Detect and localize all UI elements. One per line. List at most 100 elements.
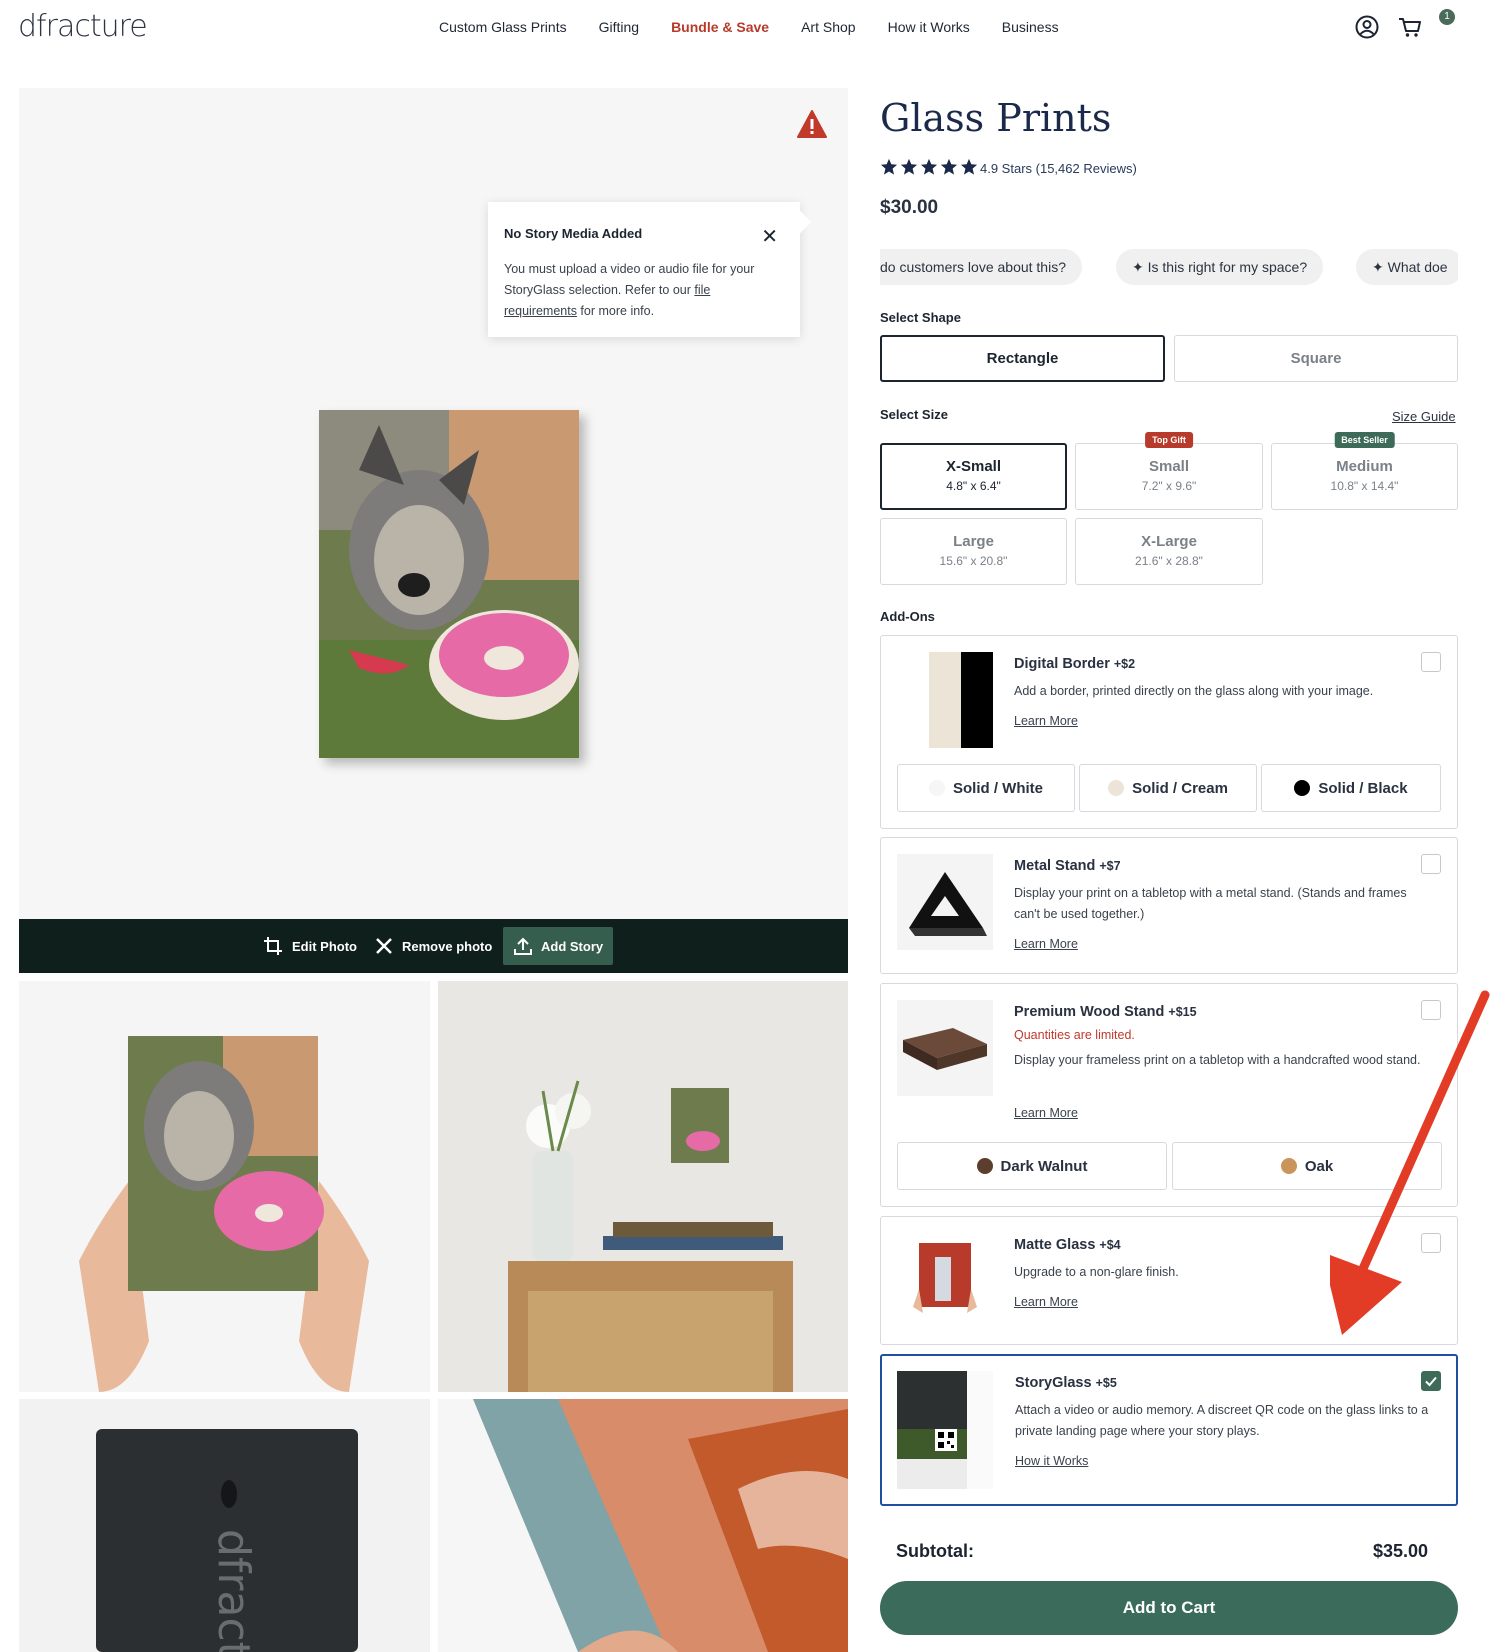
remove-photo-button[interactable]: Remove photo (374, 919, 492, 973)
learn-more-link[interactable]: Learn More (1014, 1295, 1078, 1309)
metal-stand-checkbox[interactable] (1421, 854, 1441, 874)
add-ons-label: Add-Ons (880, 609, 935, 624)
storyglass-preview (897, 1371, 993, 1489)
size-dims: 4.8" x 6.4" (946, 479, 1001, 493)
wood-stand-icon (903, 1028, 987, 1070)
x-icon (376, 938, 392, 954)
upload-icon (514, 937, 532, 955)
edit-photo-button[interactable]: Edit Photo (262, 919, 357, 973)
chip-right-for-space[interactable]: ✦ Is this right for my space? (1116, 249, 1324, 285)
size-name: X-Small (945, 458, 1002, 475)
add-story-label: Add Story (541, 938, 604, 954)
shape-option-label: Square (1290, 350, 1342, 367)
shape-square[interactable]: Square (1174, 335, 1458, 382)
chip-label: Is this right for my space? (1147, 259, 1308, 275)
popover-body-text: You must upload a video or audio file fo… (504, 262, 755, 297)
add-story-button[interactable]: Add Story (503, 927, 614, 965)
image-toolbar: Edit Photo Remove photo Add Story (19, 919, 848, 973)
addon-price: +$2 (1113, 657, 1136, 671)
logo[interactable]: dfracture (18, 9, 148, 44)
swatch-label: Solid / White (953, 779, 1043, 797)
gallery-thumb-back[interactable]: dfractu (19, 1399, 430, 1652)
room-scene-image (438, 981, 848, 1392)
addon-description: Attach a video or audio memory. A discre… (1015, 1403, 1429, 1438)
nav-gifting[interactable]: Gifting (599, 19, 639, 35)
swatch-solid-cream[interactable]: Solid / Cream (1079, 764, 1257, 812)
nav-business[interactable]: Business (1002, 19, 1059, 35)
addon-digital-border: Digital Border +$2 Add a border, printed … (880, 635, 1458, 829)
product-price: $30.00 (880, 197, 939, 218)
chip-what-does[interactable]: ✦ What doe (1356, 249, 1458, 285)
size-x-small[interactable]: X-Small 4.8" x 6.4" (880, 443, 1067, 510)
nav-art-shop[interactable]: Art Shop (801, 19, 855, 35)
addon-name: StoryGlass (1015, 1375, 1092, 1391)
star-icon (900, 158, 918, 175)
size-medium[interactable]: Best Seller Medium 10.8" x 14.4" (1271, 432, 1458, 510)
swatch-dark-walnut[interactable]: Dark Walnut (897, 1142, 1167, 1190)
swatch-label: Solid / Cream (1132, 779, 1228, 797)
gallery-thumb-hands[interactable] (19, 981, 430, 1392)
addon-price: +$4 (1099, 1238, 1121, 1252)
addon-title: Premium Wood Stand +$15 (1014, 1004, 1197, 1020)
no-story-media-popover: No Story Media Added You must upload a v… (488, 202, 800, 337)
addon-title: Metal Stand +$7 (1014, 858, 1121, 874)
size-guide-link[interactable]: Size Guide (1392, 409, 1456, 424)
border-swatch-preview (929, 652, 993, 748)
addon-price: +$5 (1095, 1376, 1117, 1390)
subtotal-label: Subtotal: (896, 1541, 974, 1561)
add-to-cart-button[interactable]: Add to Cart (880, 1581, 1458, 1635)
addon-price: +$15 (1168, 1005, 1197, 1019)
nav-how-it-works[interactable]: How it Works (888, 19, 970, 35)
star-icon (960, 158, 978, 175)
size-dims: 15.6" x 20.8" (939, 554, 1008, 568)
star-rating[interactable] (880, 158, 978, 176)
chip-customers-love[interactable]: do customers love about this? (880, 249, 1082, 285)
shape-rectangle[interactable]: Rectangle (880, 335, 1165, 382)
swatch-label: Dark Walnut (1000, 1157, 1088, 1175)
print-back-image: dfractu (19, 1399, 430, 1652)
white-dot-icon (929, 780, 945, 796)
size-x-large[interactable]: X-Large 21.6" x 28.8" (1075, 518, 1263, 585)
glass-edge-image (438, 1399, 848, 1652)
nav-bundle-save[interactable]: Bundle & Save (671, 19, 769, 35)
cream-dot-icon (1108, 780, 1125, 796)
cart-icon[interactable] (1397, 14, 1423, 40)
gallery-thumb-room[interactable] (438, 981, 848, 1392)
storyglass-checkbox[interactable] (1421, 1371, 1441, 1391)
addon-name: Matte Glass (1014, 1237, 1096, 1253)
size-small[interactable]: Top Gift Small 7.2" x 9.6" (1075, 432, 1263, 510)
nav-custom-glass-prints[interactable]: Custom Glass Prints (439, 19, 567, 35)
gallery-thumb-edge[interactable] (438, 1399, 848, 1652)
swatch-label: Oak (1304, 1157, 1334, 1175)
warning-icon[interactable] (796, 109, 828, 139)
size-large[interactable]: Large 15.6" x 20.8" (880, 518, 1067, 585)
digital-border-checkbox[interactable] (1421, 652, 1441, 672)
subtotal-value: $35.00 (1373, 1541, 1429, 1561)
size-name: X-Large (1141, 533, 1197, 550)
remove-photo-label: Remove photo (402, 938, 493, 954)
swatch-solid-black[interactable]: Solid / Black (1261, 764, 1441, 812)
rating-text[interactable]: 4.9 Stars (15,462 Reviews) (980, 161, 1137, 176)
how-it-works-link[interactable]: How it Works (1015, 1454, 1088, 1468)
matte-glass-image (897, 1233, 993, 1329)
size-name: Large (953, 533, 994, 550)
star-icon (940, 158, 958, 175)
account-icon[interactable] (1354, 14, 1380, 40)
swatch-label: Solid / Black (1318, 779, 1408, 797)
learn-more-link[interactable]: Learn More (1014, 937, 1078, 951)
addon-name: Digital Border (1014, 656, 1110, 672)
chip-label: do customers love about this? (880, 259, 1066, 275)
chip-label: What doe (1387, 259, 1448, 275)
main-product-image: No Story Media Added You must upload a v… (19, 88, 848, 919)
close-icon[interactable]: ✕ (761, 224, 778, 249)
oak-dot-icon (1280, 1158, 1297, 1174)
learn-more-link[interactable]: Learn More (1014, 714, 1078, 728)
select-size-label: Select Size (880, 407, 948, 422)
learn-more-link[interactable]: Learn More (1014, 1106, 1078, 1120)
edit-photo-label: Edit Photo (292, 938, 357, 954)
size-name: Small (1148, 458, 1190, 475)
swatch-solid-white[interactable]: Solid / White (897, 764, 1075, 812)
addon-title: Matte Glass +$4 (1014, 1237, 1121, 1253)
main-nav: Custom Glass Prints Gifting Bundle & Sav… (439, 19, 1091, 35)
cart-count-badge: 1 (1439, 9, 1455, 25)
